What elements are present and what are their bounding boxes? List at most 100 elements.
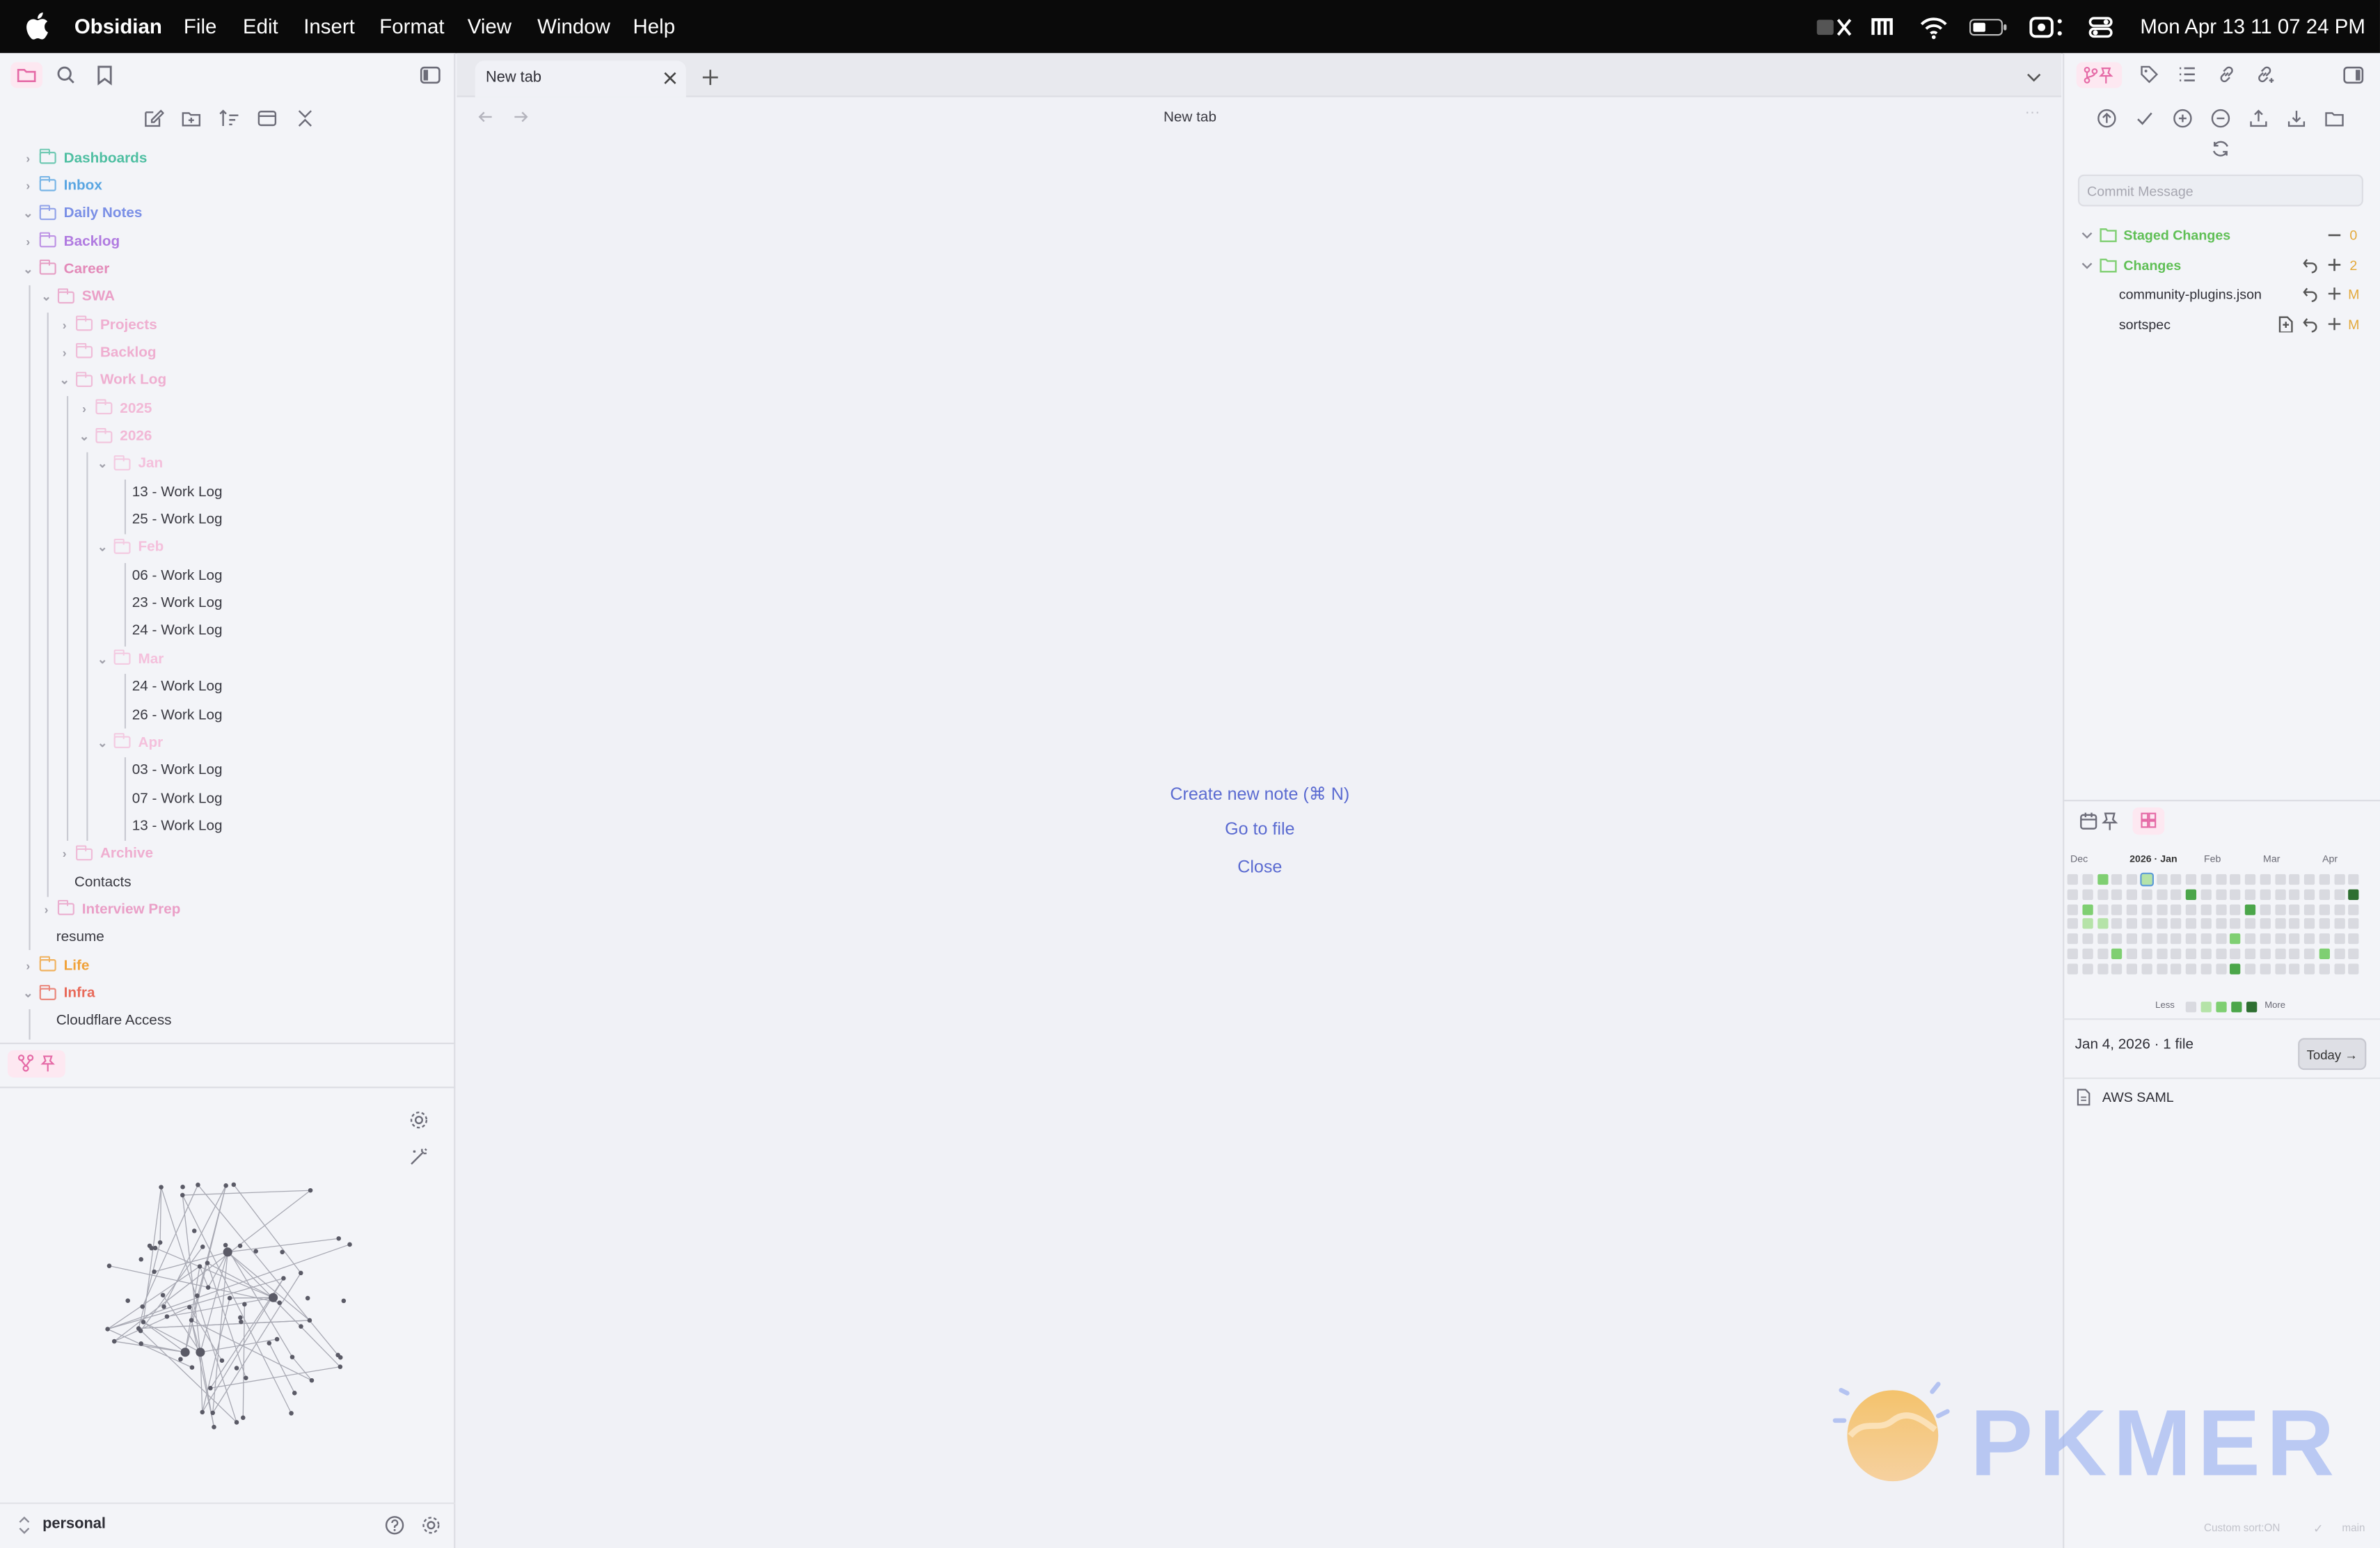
heatmap-day-cell[interactable] [2126, 889, 2137, 900]
heatmap-day-cell[interactable] [2200, 933, 2212, 945]
folder-item[interactable]: ⌄ Work Log [58, 367, 166, 394]
more-options-icon[interactable]: ··· [2025, 104, 2040, 121]
heatmap-day-cell[interactable] [2333, 963, 2345, 974]
heatmap-day-cell[interactable] [2260, 903, 2271, 915]
heatmap-day-cell[interactable] [2156, 918, 2167, 929]
heatmap-day-cell[interactable] [2289, 918, 2300, 929]
heatmap-day-cell[interactable] [2319, 918, 2330, 929]
apple-logo-icon[interactable] [26, 12, 49, 40]
graph-node[interactable] [196, 1183, 200, 1187]
heatmap-day-cell[interactable] [2111, 948, 2123, 959]
graph-node[interactable] [289, 1411, 294, 1416]
graph-node[interactable] [205, 1285, 211, 1290]
menu-view[interactable]: View [468, 15, 511, 38]
pin-icon[interactable] [2101, 810, 2119, 832]
changed-file-name[interactable]: community-plugins.json [2119, 287, 2262, 302]
graph-node[interactable] [138, 1341, 143, 1346]
graph-node[interactable] [195, 1293, 200, 1298]
menubar-clock[interactable]: Mon Apr 13 11 07 24 PM [2140, 15, 2365, 38]
heatmap-day-cell[interactable] [2171, 903, 2182, 915]
heatmap-day-cell[interactable] [2244, 963, 2256, 974]
heatmap-day-cell[interactable] [2289, 874, 2300, 885]
heatmap-day-cell[interactable] [2260, 963, 2271, 974]
heatmap-day-cell[interactable] [2348, 963, 2359, 974]
changed-file-name[interactable]: sortspec [2119, 317, 2171, 332]
search-icon[interactable] [55, 64, 78, 87]
graph-node[interactable] [338, 1354, 343, 1360]
heatmap-day-cell[interactable] [2303, 903, 2315, 915]
folder-item[interactable]: ⌄ 2026 [77, 422, 152, 450]
heatmap-note-item[interactable]: AWS SAML [2102, 1090, 2174, 1105]
heatmap-day-cell[interactable] [2244, 948, 2256, 959]
heatmap-day-cell[interactable] [2097, 963, 2108, 974]
file-item[interactable]: 13 - Work Log [132, 812, 223, 839]
status-sort[interactable]: Custom sort:ON [2204, 1524, 2280, 1534]
heatmap-day-cell[interactable] [2230, 903, 2241, 915]
heatmap-day-cell[interactable] [2097, 903, 2108, 915]
heatmap-day-cell[interactable] [2274, 948, 2285, 959]
graph-node[interactable] [223, 1242, 228, 1248]
graph-node[interactable] [234, 1420, 239, 1425]
folder-item[interactable]: ⌄ Mar [95, 645, 164, 672]
open-folder-icon[interactable] [2324, 108, 2345, 129]
graph-node[interactable] [253, 1249, 258, 1254]
stage-icon[interactable] [2325, 256, 2343, 273]
heatmap-day-cell[interactable] [2171, 948, 2182, 959]
heatmap-day-cell[interactable] [2260, 889, 2271, 900]
graph-node[interactable] [189, 1318, 194, 1323]
graph-node[interactable] [125, 1298, 130, 1303]
heatmap-day-cell[interactable] [2156, 963, 2167, 974]
heatmap-day-cell[interactable] [2274, 963, 2285, 974]
commit-message-input[interactable]: Commit Message [2077, 174, 2363, 207]
heatmap-day-cell[interactable] [2200, 948, 2212, 959]
file-item[interactable]: 03 - Work Log [132, 757, 223, 784]
graph-node[interactable] [178, 1357, 183, 1362]
stage-icon[interactable] [2325, 285, 2343, 302]
backlinks-icon[interactable] [2216, 64, 2237, 86]
folder-item[interactable]: ⌄ Jan [95, 450, 163, 477]
folder-item[interactable]: ⌄ Daily Notes [22, 200, 142, 227]
heatmap-day-cell[interactable] [2171, 874, 2182, 885]
heatmap-day-cell[interactable] [2348, 889, 2359, 900]
graph-node[interactable] [223, 1183, 228, 1188]
chevron-right-icon[interactable]: › [77, 402, 91, 416]
folder-item[interactable]: › Life [22, 951, 89, 979]
heatmap-day-cell[interactable] [2244, 918, 2256, 929]
chevron-right-icon[interactable]: › [40, 903, 54, 917]
unstage-icon[interactable] [2325, 228, 2343, 243]
heatmap-day-cell[interactable] [2067, 874, 2078, 885]
heatmap-day-cell[interactable] [2141, 933, 2152, 945]
heatmap-day-cell[interactable] [2111, 903, 2123, 915]
heatmap-day-cell[interactable] [2097, 933, 2108, 945]
graph-node[interactable] [239, 1319, 244, 1325]
graph-node[interactable] [241, 1415, 246, 1421]
heatmap-day-cell[interactable] [2141, 948, 2152, 959]
right-sidebar-toggle-icon[interactable] [2342, 64, 2365, 87]
heatmap-day-cell[interactable] [2081, 918, 2093, 929]
heatmap-day-cell[interactable] [2289, 933, 2300, 945]
graph-node[interactable] [152, 1269, 157, 1274]
heatmap-day-cell[interactable] [2333, 889, 2345, 900]
heatmap-day-cell[interactable] [2215, 963, 2226, 974]
heatmap-day-cell[interactable] [2230, 918, 2241, 929]
vault-switch-icon[interactable] [17, 1516, 32, 1534]
heatmap-day-cell[interactable] [2289, 948, 2300, 959]
sidebar-toggle-icon[interactable] [419, 64, 442, 87]
graph-node[interactable] [231, 1182, 237, 1187]
heatmap-day-cell[interactable] [2126, 874, 2137, 885]
graph-node[interactable] [138, 1328, 143, 1334]
graph-node[interactable] [141, 1320, 146, 1325]
folder-item[interactable]: › Backlog [22, 228, 120, 255]
open-file-icon[interactable] [2277, 315, 2295, 332]
chevron-down-icon[interactable]: ⌄ [40, 290, 54, 304]
heatmap-day-cell[interactable] [2141, 903, 2152, 915]
heatmap-day-cell[interactable] [2319, 903, 2330, 915]
folder-item[interactable]: › Inbox [22, 172, 102, 199]
graph-node[interactable] [281, 1276, 286, 1281]
graph-view[interactable] [76, 1146, 379, 1442]
folder-item[interactable]: › Archive [58, 840, 153, 867]
heatmap-day-cell[interactable] [2244, 933, 2256, 945]
folder-item[interactable]: › Projects [58, 311, 157, 338]
heatmap-day-cell[interactable] [2126, 918, 2137, 929]
heatmap-day-cell[interactable] [2126, 963, 2137, 974]
